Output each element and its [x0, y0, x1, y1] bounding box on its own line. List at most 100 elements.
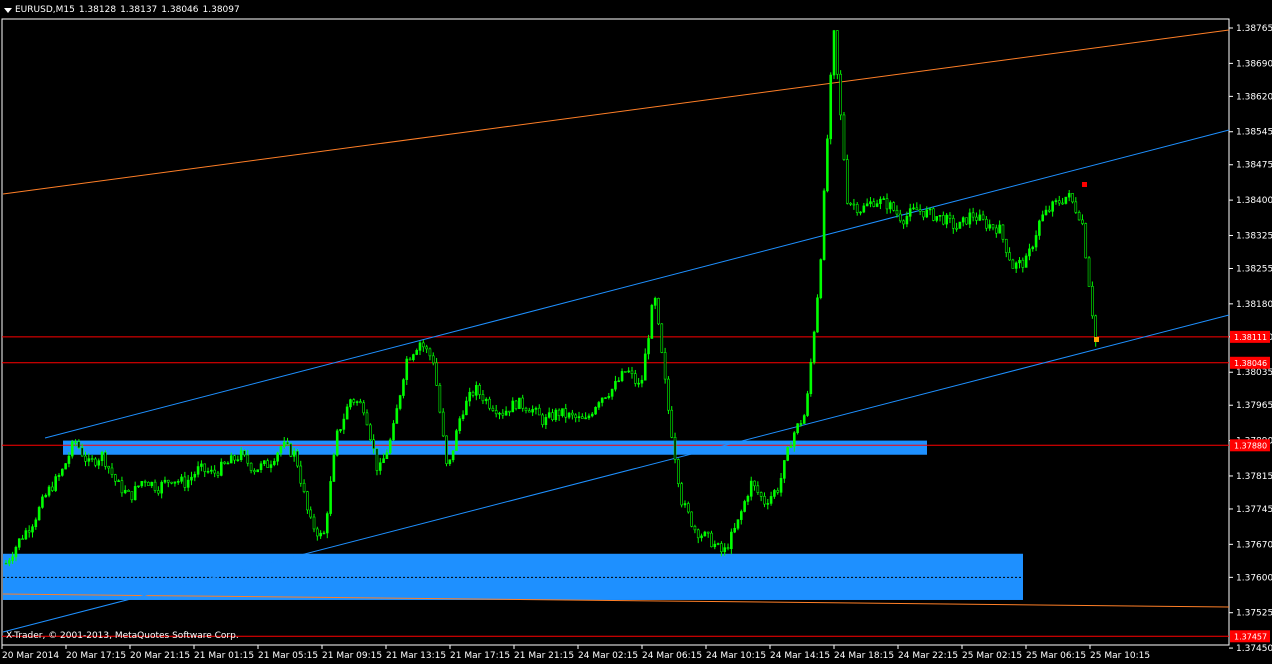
candle-body: [590, 413, 594, 417]
candle-body: [27, 530, 31, 533]
candle-body: [422, 342, 425, 348]
candle-body: [289, 443, 293, 457]
x-tick-label: 24 Mar 14:15: [770, 651, 830, 661]
candle-body: [942, 215, 945, 225]
candle-body: [630, 370, 634, 374]
candle-body: [693, 525, 697, 531]
level-price-label: 1.38111: [1234, 333, 1267, 342]
x-tick-label: 21 Mar 17:15: [450, 651, 510, 661]
candle-body: [902, 220, 905, 225]
candle-body: [816, 297, 819, 333]
candle-body: [898, 213, 902, 222]
candle-body: [84, 455, 87, 462]
candle-body: [951, 217, 955, 229]
candle-body: [504, 410, 508, 416]
candle-body: [528, 410, 531, 413]
candle-body: [862, 205, 866, 213]
candle-body: [253, 470, 256, 473]
candle-body: [809, 362, 813, 394]
candle-body: [1044, 209, 1048, 216]
candle-body: [574, 414, 577, 419]
candle-body: [1077, 212, 1081, 221]
candle-body: [110, 467, 114, 475]
candle-body: [137, 485, 140, 488]
candle-body: [872, 201, 876, 207]
candle-body: [1071, 193, 1074, 203]
candle-body: [329, 481, 332, 514]
candle-body: [700, 535, 703, 539]
candle-body: [971, 212, 975, 218]
candle-body: [1048, 209, 1051, 212]
candle-body: [667, 378, 670, 411]
candle-body: [299, 465, 303, 484]
candle-body: [488, 398, 491, 409]
candle-body: [812, 331, 816, 363]
candle-body: [246, 454, 250, 464]
candle-body: [746, 496, 750, 502]
candle-body: [243, 450, 246, 456]
candle-body: [1028, 248, 1031, 257]
candle-body: [634, 373, 637, 384]
candle-body: [544, 417, 548, 425]
candle-body: [57, 475, 61, 477]
outer-channel-top: [2, 29, 1230, 195]
candle-body: [445, 435, 448, 464]
y-tick-label: 1.38255: [1236, 264, 1272, 274]
candle-body: [97, 460, 101, 466]
candle-body: [875, 203, 879, 207]
candle-body: [1024, 255, 1028, 268]
candle-body: [547, 412, 551, 418]
candle-body: [541, 414, 544, 425]
y-tick-label: 1.38400: [1236, 196, 1272, 206]
candle-body: [511, 400, 515, 413]
x-tick-label: 25 Mar 02:15: [962, 651, 1022, 661]
candle-body: [796, 423, 799, 434]
candle-body: [889, 202, 892, 210]
candle-body: [915, 207, 919, 210]
candle-body: [190, 476, 193, 481]
candle-body: [352, 399, 356, 403]
candle-body: [269, 464, 273, 468]
candle-body: [895, 209, 899, 215]
chart-frame: [1, 18, 1230, 646]
candle-body: [1074, 201, 1078, 213]
candle-body: [355, 401, 359, 403]
candle-body: [239, 450, 243, 460]
price-chart[interactable]: 1.38765 1.38690 1.38620 1.38545 1.38475 1.384…: [0, 0, 1272, 664]
y-tick-label: 1.37965: [1236, 401, 1272, 411]
candle-body: [617, 380, 621, 383]
candle-body: [557, 409, 561, 417]
candle-body: [683, 503, 687, 506]
candle-body: [802, 415, 806, 424]
candle-body: [41, 496, 44, 508]
candle-body: [551, 412, 554, 421]
candle-body: [74, 441, 77, 443]
candle-body: [157, 490, 160, 494]
candle-body: [653, 297, 657, 306]
candle-body: [170, 481, 173, 484]
candle-body: [1031, 246, 1035, 250]
x-tick-label: 25 Mar 06:15: [1026, 651, 1086, 661]
candle-body: [143, 481, 147, 483]
candle-body: [806, 393, 809, 416]
candle-body: [1064, 196, 1068, 204]
candle-body: [468, 391, 471, 402]
candle-body: [319, 532, 322, 537]
candle-body: [441, 411, 445, 437]
y-tick-label: 1.37815: [1236, 472, 1272, 482]
candle-body: [412, 354, 415, 361]
candle-body: [988, 224, 992, 229]
candle-body: [1021, 259, 1025, 268]
candle-body: [494, 410, 498, 415]
candle-body: [200, 463, 203, 467]
candle-body: [948, 214, 952, 219]
candle-body: [783, 460, 786, 479]
candle-body: [365, 412, 369, 426]
candle-body: [819, 259, 823, 299]
x-tick-label: 20 Mar 2014: [2, 651, 59, 661]
candle-body: [339, 429, 342, 432]
candle-body: [610, 388, 614, 397]
candle-body: [703, 531, 707, 537]
y-tick-label: 1.38180: [1236, 300, 1272, 310]
candle-body: [832, 30, 836, 76]
